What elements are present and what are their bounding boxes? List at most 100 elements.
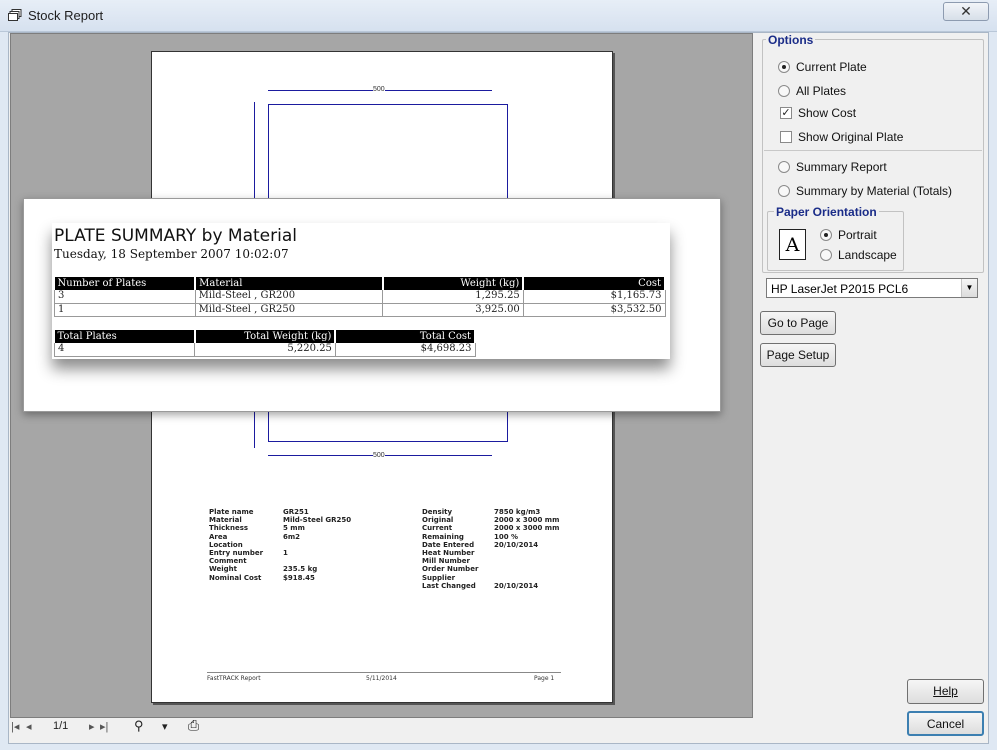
zoom-dropdown-icon[interactable]: ▾ [162,720,168,733]
detail-row: Order Number [422,565,559,573]
landscape-radio[interactable]: Landscape [820,248,897,262]
column-header: Material [195,277,384,290]
all-plates-label: All Plates [796,84,847,98]
column-header: Total Cost [335,330,476,343]
portrait-label: Portrait [838,228,877,242]
detail-value: 2000 x 3000 mm [494,524,560,533]
current-plate-label: Current Plate [796,60,867,74]
detail-value: $918.45 [283,573,315,582]
options-legend: Options [766,33,816,47]
table-cell: Mild-Steel , GR200 [195,290,384,304]
plate-details-right: Density 7850 kg/m3 Original 2000 x 3000 mm C… [422,508,559,590]
chevron-down-icon[interactable]: ▼ [961,279,977,297]
footer-page-number: Page 1 [534,675,555,682]
detail-label: Entry number [209,549,264,558]
detail-label: Location [209,540,243,549]
table-cell: 1,295.25 [382,290,524,304]
table-cell: 3,925.00 [382,303,524,317]
last-page-icon[interactable]: ▸| [100,720,108,733]
zoom-icon[interactable]: ⚲ [134,718,144,734]
next-page-icon[interactable]: ▸ [89,720,95,733]
landscape-label: Landscape [838,248,897,262]
detail-label: Mill Number [422,557,470,566]
radio-indicator [778,61,790,73]
show-original-plate-label: Show Original Plate [798,130,904,144]
printer-select-value: HP LaserJet P2015 PCL6 [771,282,909,296]
cancel-button[interactable]: Cancel [907,711,984,736]
summary-report-sheet: PLATE SUMMARY by Material Tuesday, 18 Se… [52,223,670,359]
detail-value: 20/10/2014 [494,581,539,590]
table-cell: $4,698.23 [335,343,476,357]
material-summary-table: Number of Plates Material Weight (kg) Co… [54,277,666,317]
help-button[interactable]: Help [907,679,984,704]
detail-label: Supplier [422,573,456,582]
detail-row: Heat Number [422,549,559,557]
detail-row: Thickness 5 mm [209,524,351,532]
radio-indicator [778,161,790,173]
portrait-page-icon: A [779,229,806,260]
summary-report-overlay: PLATE SUMMARY by Material Tuesday, 18 Se… [23,198,721,412]
detail-row: Comment [209,557,351,565]
portrait-radio[interactable]: Portrait [820,228,877,242]
detail-label: Weight [209,565,237,574]
footer-date: 5/11/2014 [366,675,397,682]
column-header: Weight (kg) [382,277,525,290]
show-cost-label: Show Cost [798,106,857,120]
table-cell: 1 [54,303,196,317]
first-page-icon[interactable]: |◂ [11,720,19,733]
page-setup-button[interactable]: Page Setup [760,343,836,367]
detail-label: Remaining [422,532,464,541]
column-header: Total Plates [54,330,196,343]
current-plate-radio[interactable]: Current Plate [778,60,867,74]
checkbox-box [780,131,792,143]
detail-value: 7850 kg/m3 [494,508,541,516]
detail-label: Order Number [422,565,479,574]
go-to-page-button[interactable]: Go to Page [760,311,836,335]
footer-app-name: FastTRACK Report [207,675,261,682]
detail-row: Mill Number [422,557,559,565]
show-original-plate-checkbox[interactable]: Show Original Plate [780,130,903,144]
summary-date: Tuesday, 18 September 2007 10:02:07 [54,247,289,261]
detail-row: Location [209,541,351,549]
previous-page-icon[interactable]: ◂ [26,720,32,733]
summary-report-radio[interactable]: Summary Report [778,160,887,174]
detail-row: Area 6m2 [209,533,351,541]
summary-by-material-radio[interactable]: Summary by Material (Totals) [778,184,952,198]
table-row: 3 Mild-Steel , GR200 1,295.25 $1,165.73 [54,290,666,304]
table-row: 1 Mild-Steel , GR250 3,925.00 $3,532.50 [54,303,666,317]
printer-select[interactable]: HP LaserJet P2015 PCL6 ▼ [766,278,978,298]
footer-rule [207,672,561,673]
totals-table: Total Plates Total Weight (kg) Total Cos… [53,330,476,357]
column-header: Number of Plates [54,277,197,290]
detail-label: Thickness [209,524,249,533]
radio-indicator [820,229,832,241]
detail-label: Last Changed [422,581,476,590]
detail-value: GR251 [283,508,309,516]
column-header: Total Weight (kg) [194,330,337,343]
detail-label: Date Entered [422,540,475,549]
detail-row: Last Changed 20/10/2014 [422,582,559,590]
window-title: Stock Report [28,8,104,23]
detail-value: Mild-Steel GR250 [283,516,352,525]
detail-row: Weight 235.5 kg [209,565,351,573]
detail-label: Nominal Cost [209,573,262,582]
detail-row: Remaining 100 % [422,533,559,541]
detail-row: Nominal Cost $918.45 [209,574,351,582]
all-plates-radio[interactable]: All Plates [778,84,846,98]
print-icon[interactable]: ⎙ [188,717,199,734]
detail-value: 235.5 kg [283,565,318,574]
close-button[interactable]: ✕ [943,2,989,21]
show-cost-checkbox[interactable]: ✓ Show Cost [780,106,856,120]
detail-value: 100 % [494,532,519,541]
close-icon: ✕ [960,3,972,19]
summary-by-material-label: Summary by Material (Totals) [796,184,953,198]
plate-details-left: Plate name GR251 Material Mild-Steel GR250 T… [209,508,351,582]
detail-label: Original [422,516,454,525]
summary-report-label: Summary Report [796,160,887,174]
radio-indicator [778,85,790,97]
table-cell: $1,165.73 [523,290,666,304]
detail-value: 6m2 [283,532,301,541]
totals-header-row: Total Plates Total Weight (kg) Total Cos… [54,330,476,343]
detail-row: Entry number 1 [209,549,351,557]
detail-label: Material [209,516,242,525]
